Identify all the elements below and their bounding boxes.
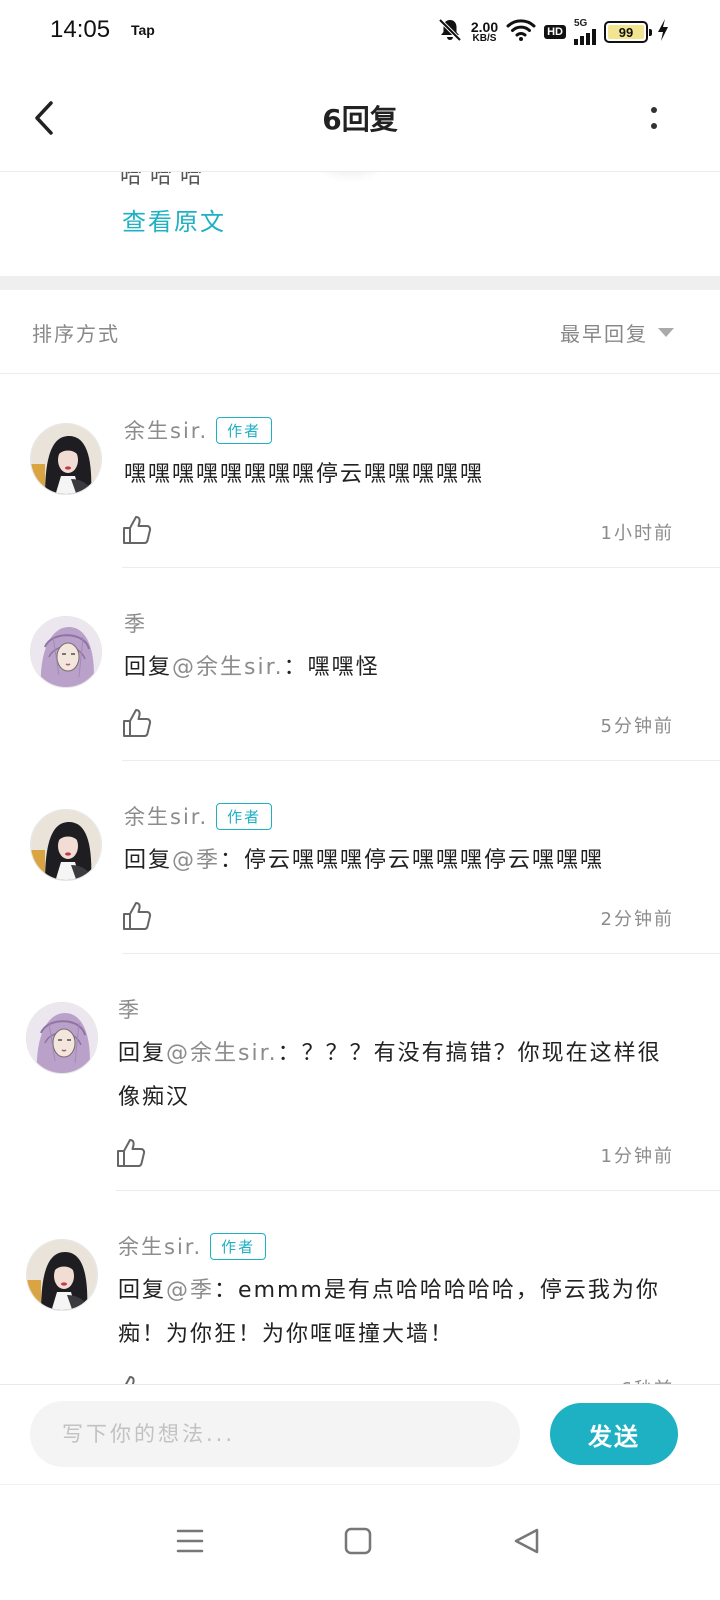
avatar[interactable] — [26, 1002, 98, 1074]
thumbs-up-icon — [125, 1376, 135, 1384]
network-speed-unit: KB/S — [472, 33, 497, 44]
battery-level: 99 — [618, 24, 634, 40]
home-button[interactable] — [328, 1511, 388, 1571]
like-button[interactable] — [122, 515, 152, 545]
reply-prefix: 回复 — [124, 848, 173, 873]
like-button[interactable] — [116, 1138, 146, 1168]
mention-link[interactable]: @余生sir. — [172, 655, 284, 680]
like-button[interactable] — [116, 1375, 146, 1384]
comment-item: 余生sir. 作者 回复@季：emmm是有点哈哈哈哈哈，停云我为你痴！为你狂！为… — [0, 1191, 720, 1384]
comment-content[interactable]: 回复@季：停云嘿嘿嘿停云嘿嘿嘿停云嘿嘿嘿 — [124, 839, 676, 883]
back-triangle-icon — [514, 1528, 539, 1554]
author-badge: 作者 — [216, 802, 273, 830]
comment-content[interactable]: 回复@余生sir.：？？？有没有搞错？你现在这样很像痴汉 — [118, 1032, 680, 1120]
wifi-icon — [506, 18, 536, 46]
comment-author-row: 余生sir. 作者 — [124, 801, 273, 831]
like-button[interactable] — [122, 901, 152, 931]
menu-button[interactable] — [160, 1511, 220, 1571]
reply-prefix: 回复 — [118, 1278, 167, 1303]
comment-author-row: 季 — [118, 994, 141, 1024]
comment-content[interactable]: 嘿嘿嘿嘿嘿嘿嘿嘿停云嘿嘿嘿嘿嘿 — [124, 453, 676, 497]
section-divider — [0, 276, 720, 290]
network-type: 5G — [574, 18, 588, 29]
mention-link[interactable]: @余生sir. — [166, 1041, 278, 1066]
caret-down-icon — [658, 328, 674, 337]
comment-time: 1分钟前 — [600, 1146, 674, 1167]
comment-author[interactable]: 余生sir. — [118, 1231, 202, 1261]
mention-link[interactable]: @季 — [166, 1278, 214, 1303]
author-badge: 作者 — [210, 1232, 267, 1260]
status-bar: 14:05 Tap 2.00 KB/S HD 5G 99 — [0, 0, 720, 64]
comment-item: 余生sir. 作者 嘿嘿嘿嘿嘿嘿嘿嘿停云嘿嘿嘿嘿嘿 1小时前 — [0, 375, 720, 568]
mute-icon — [437, 17, 463, 47]
avatar[interactable] — [30, 809, 102, 881]
view-original-link[interactable]: 查看原文 — [122, 202, 226, 237]
reply-prefix: 回复 — [124, 655, 173, 680]
comment-author[interactable]: 余生sir. — [124, 415, 208, 445]
comment-time: 2分钟前 — [600, 909, 674, 930]
comment-author[interactable]: 季 — [118, 994, 141, 1024]
sort-label: 排序方式 — [32, 322, 120, 346]
like-button[interactable] — [122, 708, 152, 738]
status-app-label: Tap — [131, 22, 155, 38]
comment-text: 嘿嘿嘿嘿嘿嘿嘿嘿停云嘿嘿嘿嘿嘿 — [124, 462, 485, 487]
system-nav-bar — [0, 1484, 720, 1600]
status-time: 14:05 — [50, 16, 111, 43]
top-app-bar: 6回复 — [0, 64, 720, 172]
thumbs-up-icon — [123, 516, 152, 544]
comment-content[interactable]: 回复@季：emmm是有点哈哈哈哈哈，停云我为你痴！为你狂！为你哐哐撞大墙！ — [118, 1269, 680, 1357]
page-title: 6回复 — [322, 103, 398, 136]
send-button[interactable]: 发送 — [550, 1403, 678, 1465]
comment-content[interactable]: 回复@余生sir.：嘿嘿怪 — [124, 646, 676, 690]
author-badge: 作者 — [216, 416, 273, 444]
comment-author[interactable]: 季 — [124, 608, 147, 638]
comment-input[interactable] — [30, 1401, 520, 1467]
avatar[interactable] — [30, 616, 102, 688]
comment-item: 季 回复@余生sir.：嘿嘿怪 5分钟前 — [0, 568, 720, 761]
avatar[interactable] — [30, 423, 102, 495]
home-square-icon — [344, 1527, 372, 1555]
comment-text: ：嘿嘿怪 — [283, 655, 380, 680]
comment-text: ：停云嘿嘿嘿停云嘿嘿嘿停云嘿嘿嘿 — [220, 848, 605, 873]
signal-icon: 5G — [574, 19, 596, 45]
comment-time: 5分钟前 — [600, 716, 674, 737]
more-vertical-icon — [651, 107, 657, 129]
original-post-section: 哈哈哈 查看原文 — [0, 172, 720, 276]
comment-author[interactable]: 余生sir. — [124, 801, 208, 831]
comment-item: 余生sir. 作者 回复@季：停云嘿嘿嘿停云嘿嘿嘿停云嘿嘿嘿 2分钟前 — [0, 761, 720, 954]
comment-item: 季 回复@余生sir.：？？？有没有搞错？你现在这样很像痴汉 1分钟前 — [0, 954, 720, 1191]
menu-icon — [176, 1529, 204, 1553]
avatar[interactable] — [26, 1239, 98, 1311]
comment-author-row: 余生sir. 作者 — [124, 415, 273, 445]
back-nav-button[interactable] — [496, 1511, 556, 1571]
hd-badge: HD — [544, 25, 566, 39]
battery-icon: 99 — [604, 21, 652, 43]
thumbs-up-icon — [123, 709, 152, 737]
sort-dropdown[interactable]: 最早回复 — [560, 318, 674, 347]
thumbs-up-icon — [123, 902, 152, 930]
sort-bar: 排序方式 最早回复 — [0, 290, 720, 374]
network-speed-value: 2.00 — [470, 19, 499, 35]
reply-prefix: 回复 — [118, 1041, 167, 1066]
status-icons: 2.00 KB/S HD 5G 99 — [437, 16, 670, 48]
network-speed: 2.00 KB/S — [471, 20, 498, 44]
comment-time: 1小时前 — [600, 523, 674, 544]
original-post-text: 哈哈哈 — [120, 172, 211, 189]
comment-author-row: 季 — [124, 608, 147, 638]
comment-author-row: 余生sir. 作者 — [118, 1231, 267, 1261]
comment-input-bar: 发送 — [0, 1384, 720, 1484]
comment-time: 6秒前 — [621, 1375, 674, 1384]
more-options-button[interactable] — [632, 100, 676, 136]
mention-link[interactable]: @季 — [172, 848, 220, 873]
charging-icon — [656, 18, 670, 46]
sort-selected: 最早回复 — [560, 322, 648, 346]
thumbs-up-icon — [117, 1139, 146, 1167]
